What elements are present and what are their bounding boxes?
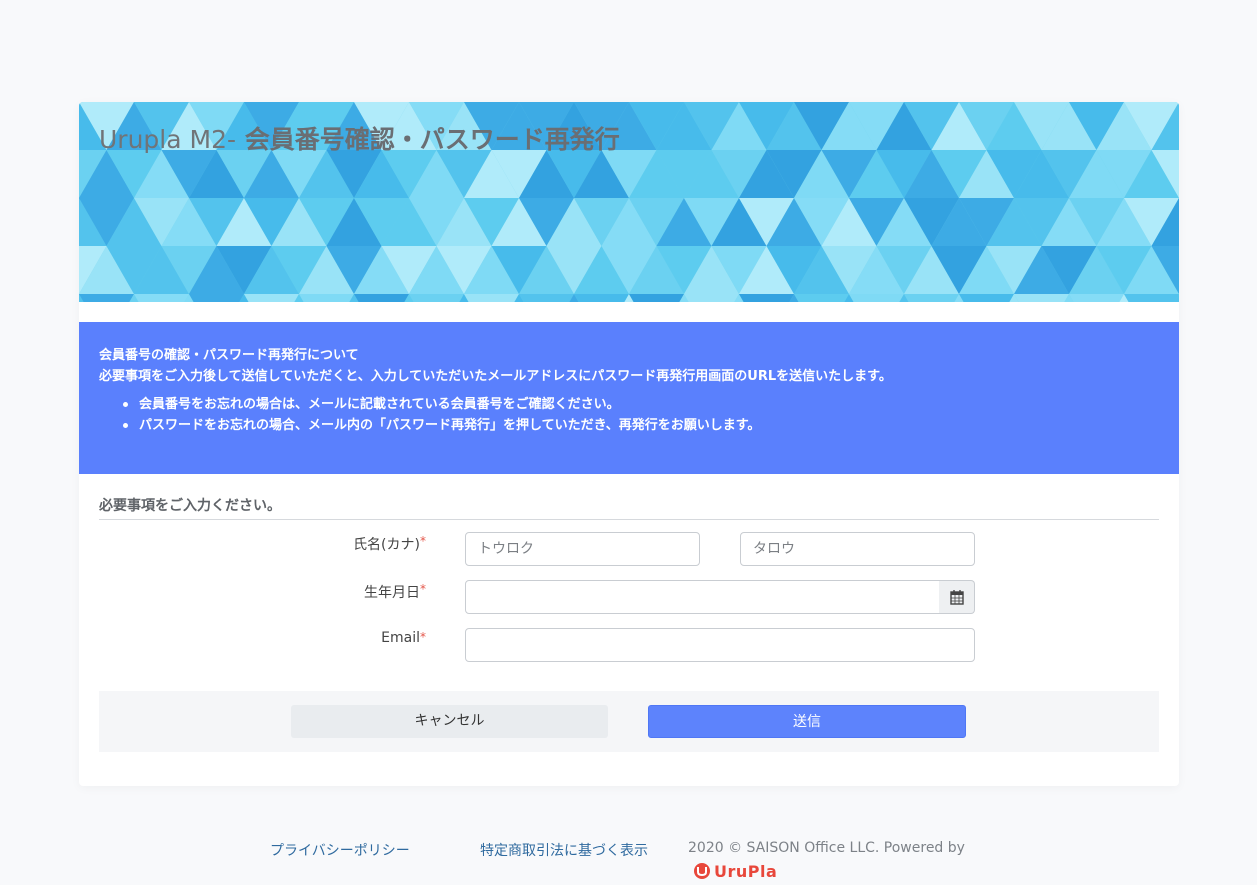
last-name-placeholder: トウロク — [478, 541, 534, 557]
page-title-prefix: Urupla M2- — [99, 125, 236, 154]
first-name-placeholder: タロウ — [753, 541, 795, 557]
info-bullet-list: 会員番号をお忘れの場合は、メールに記載されている会員番号をご確認ください。 パス… — [99, 394, 760, 436]
info-bullet-password: パスワードをお忘れの場合、メール内の「パスワード再発行」を押していただき、再発行… — [122, 415, 760, 436]
info-description: 必要事項をご入力後して送信していただくと、入力していただいたメールアドレスにパス… — [99, 369, 892, 384]
last-name-input[interactable]: トウロク — [465, 532, 700, 566]
birthday-input[interactable] — [465, 580, 940, 614]
form-card: Urupla M2- 会員番号確認・パスワード再発行 会員番号の確認・パスワード… — [79, 102, 1179, 786]
header-banner: Urupla M2- 会員番号確認・パスワード再発行 — [79, 102, 1179, 302]
birthday-label-text: 生年月日 — [364, 585, 420, 601]
required-mark: * — [420, 630, 426, 644]
email-input[interactable] — [465, 628, 975, 662]
urupla-logo: UruPla — [692, 861, 777, 881]
required-mark: * — [420, 582, 426, 596]
calendar-icon — [950, 590, 964, 605]
copyright-text: 2020 © SAISON Office LLC. Powered by — [688, 840, 965, 856]
info-bullet-member-number: 会員番号をお忘れの場合は、メールに記載されている会員番号をご確認ください。 — [122, 394, 760, 415]
cancel-button[interactable]: キャンセル — [291, 705, 608, 738]
commerce-law-link[interactable]: 特定商取引法に基づく表示 — [480, 840, 648, 860]
form-actions: キャンセル 送信 — [99, 691, 1159, 752]
name-label: 氏名(カナ)* — [276, 534, 426, 554]
required-mark: * — [420, 534, 426, 548]
info-heading: 会員番号の確認・パスワード再発行について — [99, 348, 359, 363]
name-label-text: 氏名(カナ) — [353, 537, 420, 553]
urupla-logo-text: UruPla — [714, 862, 778, 881]
calendar-button[interactable] — [939, 580, 975, 614]
submit-button[interactable]: 送信 — [648, 705, 966, 738]
birthday-label: 生年月日* — [276, 582, 426, 602]
email-label-text: Email — [381, 630, 420, 646]
privacy-policy-link[interactable]: プライバシーポリシー — [270, 840, 410, 860]
info-panel: 会員番号の確認・パスワード再発行について 必要事項をご入力後して送信していただく… — [79, 322, 1179, 474]
section-title: 必要事項をご入力ください。 — [99, 495, 1159, 520]
page-title: Urupla M2- 会員番号確認・パスワード再発行 — [99, 120, 620, 156]
email-label: Email* — [276, 630, 426, 646]
first-name-input[interactable]: タロウ — [740, 532, 975, 566]
page-title-main: 会員番号確認・パスワード再発行 — [236, 125, 620, 154]
urupla-logo-icon — [694, 863, 710, 879]
footer: プライバシーポリシー 特定商取引法に基づく表示 2020 © SAISON Of… — [0, 838, 1257, 882]
